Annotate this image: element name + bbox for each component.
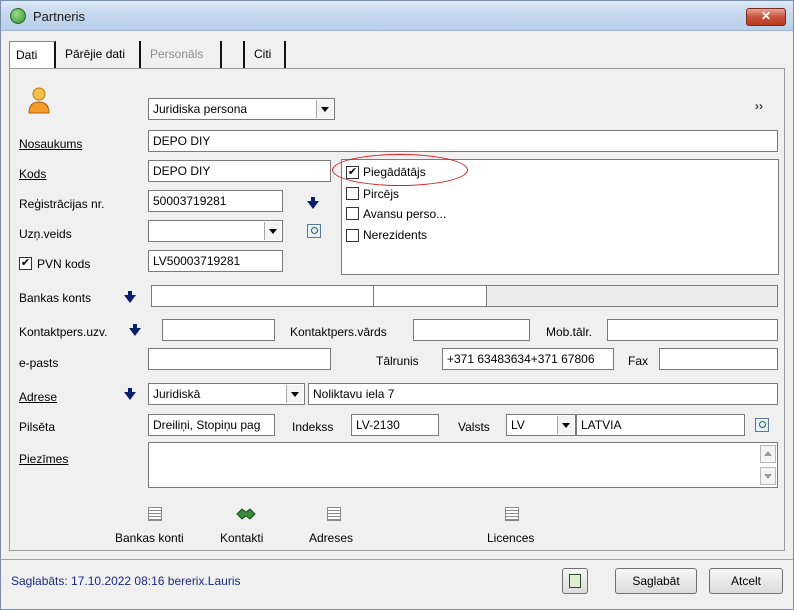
cancel-button[interactable]: Atcelt xyxy=(709,568,783,594)
reg-label: Reģistrācijas nr. xyxy=(19,197,105,211)
talrunis-input[interactable]: +371 63483634+371 67806 xyxy=(442,348,614,370)
uzn-select[interactable] xyxy=(148,220,283,242)
lookup-arrow-icon[interactable] xyxy=(124,291,136,303)
footer-divider xyxy=(1,559,793,560)
pilseta-input[interactable]: Dreiliņi, Stopiņu pag xyxy=(148,414,275,436)
role-label-pircejs: Pircējs xyxy=(363,187,400,201)
list-icon[interactable] xyxy=(148,507,162,521)
role-label-nerezidents: Nerezidents xyxy=(363,228,428,242)
reg-input[interactable]: 50003719281 xyxy=(148,190,283,212)
role-checkbox-pircejs[interactable] xyxy=(346,187,359,200)
licences-link[interactable]: Licences xyxy=(487,531,534,545)
list-icon[interactable] xyxy=(327,507,341,521)
tab-empty[interactable] xyxy=(225,41,245,69)
calculator-icon xyxy=(569,574,581,588)
pvn-input[interactable]: LV50003719281 xyxy=(148,250,283,272)
lookup-arrow-icon[interactable] xyxy=(124,388,136,400)
chevron-down-icon[interactable] xyxy=(286,385,303,403)
status-text: Saglabāts: 17.10.2022 08:16 bererix.Laur… xyxy=(11,574,241,588)
kontakti-link[interactable]: Kontakti xyxy=(220,531,263,545)
chevron-down-icon[interactable] xyxy=(316,100,333,118)
search-icon[interactable] xyxy=(307,224,321,238)
adrese-type-value: Juridiskā xyxy=(153,387,201,401)
handshake-icon[interactable] xyxy=(236,505,256,521)
epasts-label: e-pasts xyxy=(19,356,59,370)
kontakt-uzv-label: Kontaktpers.uzv. xyxy=(19,325,108,339)
tab-citi[interactable]: Citi xyxy=(248,41,286,69)
close-button[interactable]: ✕ xyxy=(746,8,786,26)
highlight-oval xyxy=(332,154,468,186)
bank-input-2[interactable] xyxy=(373,285,487,307)
kods-label: Kods xyxy=(19,167,47,181)
adreses-link[interactable]: Adreses xyxy=(309,531,353,545)
kontakt-vards-label: Kontaktpers.vārds xyxy=(290,325,387,339)
tab-parejie-dati[interactable]: Pārējie dati xyxy=(59,41,141,69)
kods-input[interactable]: DEPO DIY xyxy=(148,160,331,182)
nosaukums-label: Nosaukums xyxy=(19,137,83,151)
fax-label: Fax xyxy=(628,354,649,368)
indekss-label: Indekss xyxy=(292,420,334,434)
adrese-input[interactable]: Noliktavu iela 7 xyxy=(308,383,778,405)
piezimes-label: Piezīmes xyxy=(19,452,69,466)
bank-label: Bankas konts xyxy=(19,291,92,305)
adrese-type-select[interactable]: Juridiskā xyxy=(148,383,305,405)
uzn-label: Uzņ.veids xyxy=(19,227,72,241)
indekss-input[interactable]: LV-2130 xyxy=(351,414,439,436)
mob-input[interactable] xyxy=(607,319,778,341)
role-label-avansu: Avansu perso... xyxy=(363,207,447,221)
person-type-select[interactable]: Juridiska persona xyxy=(148,98,335,120)
tab-personals[interactable]: Personāls xyxy=(144,41,222,69)
bank-input-1[interactable] xyxy=(151,285,374,307)
epasts-input[interactable] xyxy=(148,348,331,370)
window-title: Partneris xyxy=(33,9,86,24)
more-button[interactable]: ›› xyxy=(755,99,763,113)
kontakt-uzv-input[interactable] xyxy=(162,319,275,341)
app-icon xyxy=(10,8,26,24)
mob-label: Mob.tālr. xyxy=(546,325,593,339)
role-checkbox-nerezidents[interactable] xyxy=(346,229,359,242)
scroll-up-button[interactable] xyxy=(760,445,776,463)
save-button[interactable]: Saglabāt xyxy=(615,568,697,594)
bankas-konti-link[interactable]: Bankas konti xyxy=(115,531,184,545)
fax-input[interactable] xyxy=(659,348,778,370)
partner-dialog: Partneris ✕ Dati Pārējie dati Personāls … xyxy=(0,0,794,610)
pvn-label: PVN kods xyxy=(37,257,91,271)
list-icon[interactable] xyxy=(505,507,519,521)
valsts-label: Valsts xyxy=(458,420,490,434)
role-checkbox-avansu[interactable] xyxy=(346,207,359,220)
nosaukums-input[interactable]: DEPO DIY xyxy=(148,130,778,152)
search-icon[interactable] xyxy=(755,418,769,432)
lookup-arrow-icon[interactable] xyxy=(307,197,319,209)
pilseta-label: Pilsēta xyxy=(19,420,56,434)
piezimes-textarea[interactable] xyxy=(148,442,778,488)
pvn-checkbox[interactable]: ✔ xyxy=(19,257,32,270)
kontakt-vards-input[interactable] xyxy=(413,319,530,341)
person-type-value: Juridiska persona xyxy=(153,102,248,116)
valsts-name-input[interactable]: LATVIA xyxy=(576,414,745,436)
talrunis-label: Tālrunis xyxy=(376,354,419,368)
person-icon xyxy=(28,87,50,114)
chevron-down-icon[interactable] xyxy=(557,416,574,434)
scroll-down-button[interactable] xyxy=(760,467,776,485)
tab-dati[interactable]: Dati xyxy=(9,41,56,69)
adrese-label: Adrese xyxy=(19,390,58,404)
valsts-code-value: LV xyxy=(511,418,525,432)
title-bar[interactable]: Partneris ✕ xyxy=(1,1,793,31)
chevron-down-icon[interactable] xyxy=(264,222,281,240)
valsts-code-select[interactable]: LV xyxy=(506,414,576,436)
lookup-arrow-icon[interactable] xyxy=(129,324,141,336)
calculator-button[interactable] xyxy=(562,568,588,594)
